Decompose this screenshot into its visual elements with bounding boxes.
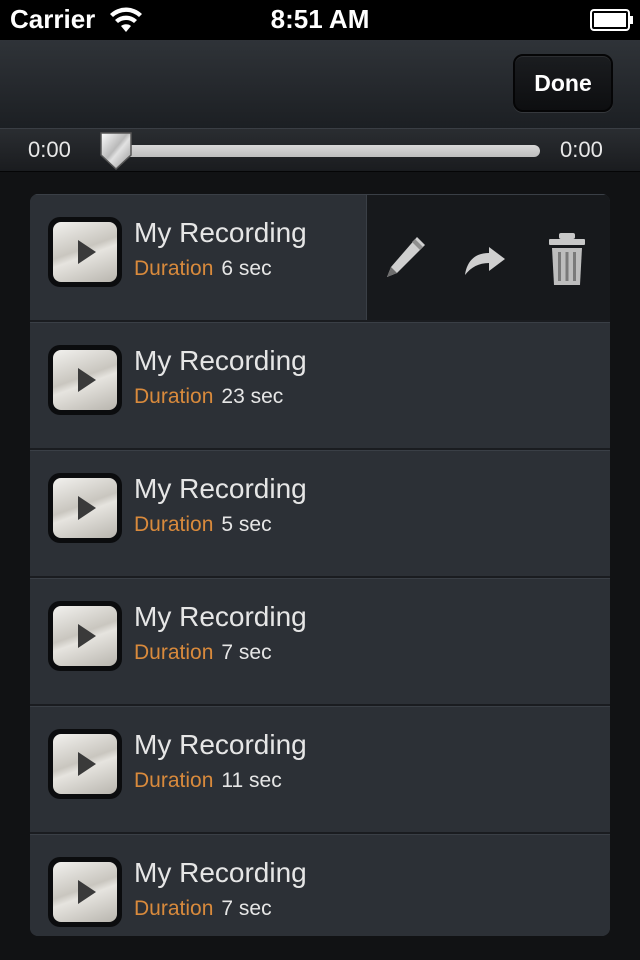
total-time-label: 0:00: [560, 137, 603, 162]
duration-value: 11 sec: [221, 769, 282, 792]
recording-row[interactable]: My Recording Duration 7 sec: [30, 578, 610, 706]
recording-title: My Recording: [134, 729, 307, 760]
recording-row[interactable]: My Recording Duration 11 sec: [30, 706, 610, 834]
play-icon: [78, 240, 96, 264]
scrubber-track[interactable]: [110, 145, 540, 157]
duration-value: 7 sec: [221, 897, 272, 920]
status-time: 8:51 AM: [270, 4, 370, 34]
current-time-label: 0:00: [28, 137, 71, 162]
trash-icon[interactable]: [543, 231, 591, 287]
recording-title: My Recording: [134, 601, 307, 632]
play-icon: [78, 880, 96, 904]
duration-value: 6 sec: [221, 257, 272, 280]
share-arrow-icon[interactable]: [461, 231, 509, 287]
duration-label: Duration: [134, 641, 214, 664]
recording-meta: Duration 7 sec: [134, 641, 272, 665]
recording-meta: Duration 23 sec: [134, 385, 283, 409]
play-button[interactable]: [48, 217, 122, 287]
row-action-panel: [366, 195, 610, 320]
recording-row[interactable]: My Recording Duration 6 sec: [30, 194, 610, 322]
pencil-icon[interactable]: [381, 231, 429, 287]
duration-label: Duration: [134, 897, 214, 920]
play-button[interactable]: [48, 857, 122, 927]
play-icon: [78, 496, 96, 520]
screen: Carrier 8:51 AM Done 0:00 0:00 My Record…: [0, 0, 640, 960]
recording-title: My Recording: [134, 217, 307, 248]
recording-meta: Duration 6 sec: [134, 257, 272, 281]
duration-value: 5 sec: [221, 513, 272, 536]
recording-title: My Recording: [134, 345, 307, 376]
duration-label: Duration: [134, 769, 214, 792]
done-button[interactable]: Done: [513, 54, 613, 112]
play-icon: [78, 368, 96, 392]
recording-row[interactable]: My Recording Duration 23 sec: [30, 322, 610, 450]
play-button[interactable]: [48, 729, 122, 799]
recordings-list: My Recording Duration 6 sec My Recording…: [30, 194, 610, 936]
duration-label: Duration: [134, 513, 214, 536]
play-icon: [78, 624, 96, 648]
play-icon: [78, 752, 96, 776]
recording-meta: Duration 5 sec: [134, 513, 272, 537]
play-button[interactable]: [48, 345, 122, 415]
duration-value: 23 sec: [221, 385, 284, 408]
play-button[interactable]: [48, 601, 122, 671]
recording-row[interactable]: My Recording Duration 5 sec: [30, 450, 610, 578]
recording-meta: Duration 7 sec: [134, 897, 272, 921]
duration-value: 7 sec: [221, 641, 272, 664]
recording-title: My Recording: [134, 857, 307, 888]
battery-icon: [590, 9, 633, 31]
recording-meta: Duration 11 sec: [134, 769, 282, 793]
recording-title: My Recording: [134, 473, 307, 504]
top-toolbar: Done: [0, 40, 640, 129]
playback-scrubber: 0:00 0:00: [0, 128, 640, 172]
recording-row[interactable]: My Recording Duration 7 sec: [30, 834, 610, 936]
duration-label: Duration: [134, 385, 214, 408]
scrubber-thumb[interactable]: [98, 131, 134, 171]
duration-label: Duration: [134, 257, 214, 280]
status-bar: Carrier 8:51 AM: [0, 0, 640, 40]
play-button[interactable]: [48, 473, 122, 543]
